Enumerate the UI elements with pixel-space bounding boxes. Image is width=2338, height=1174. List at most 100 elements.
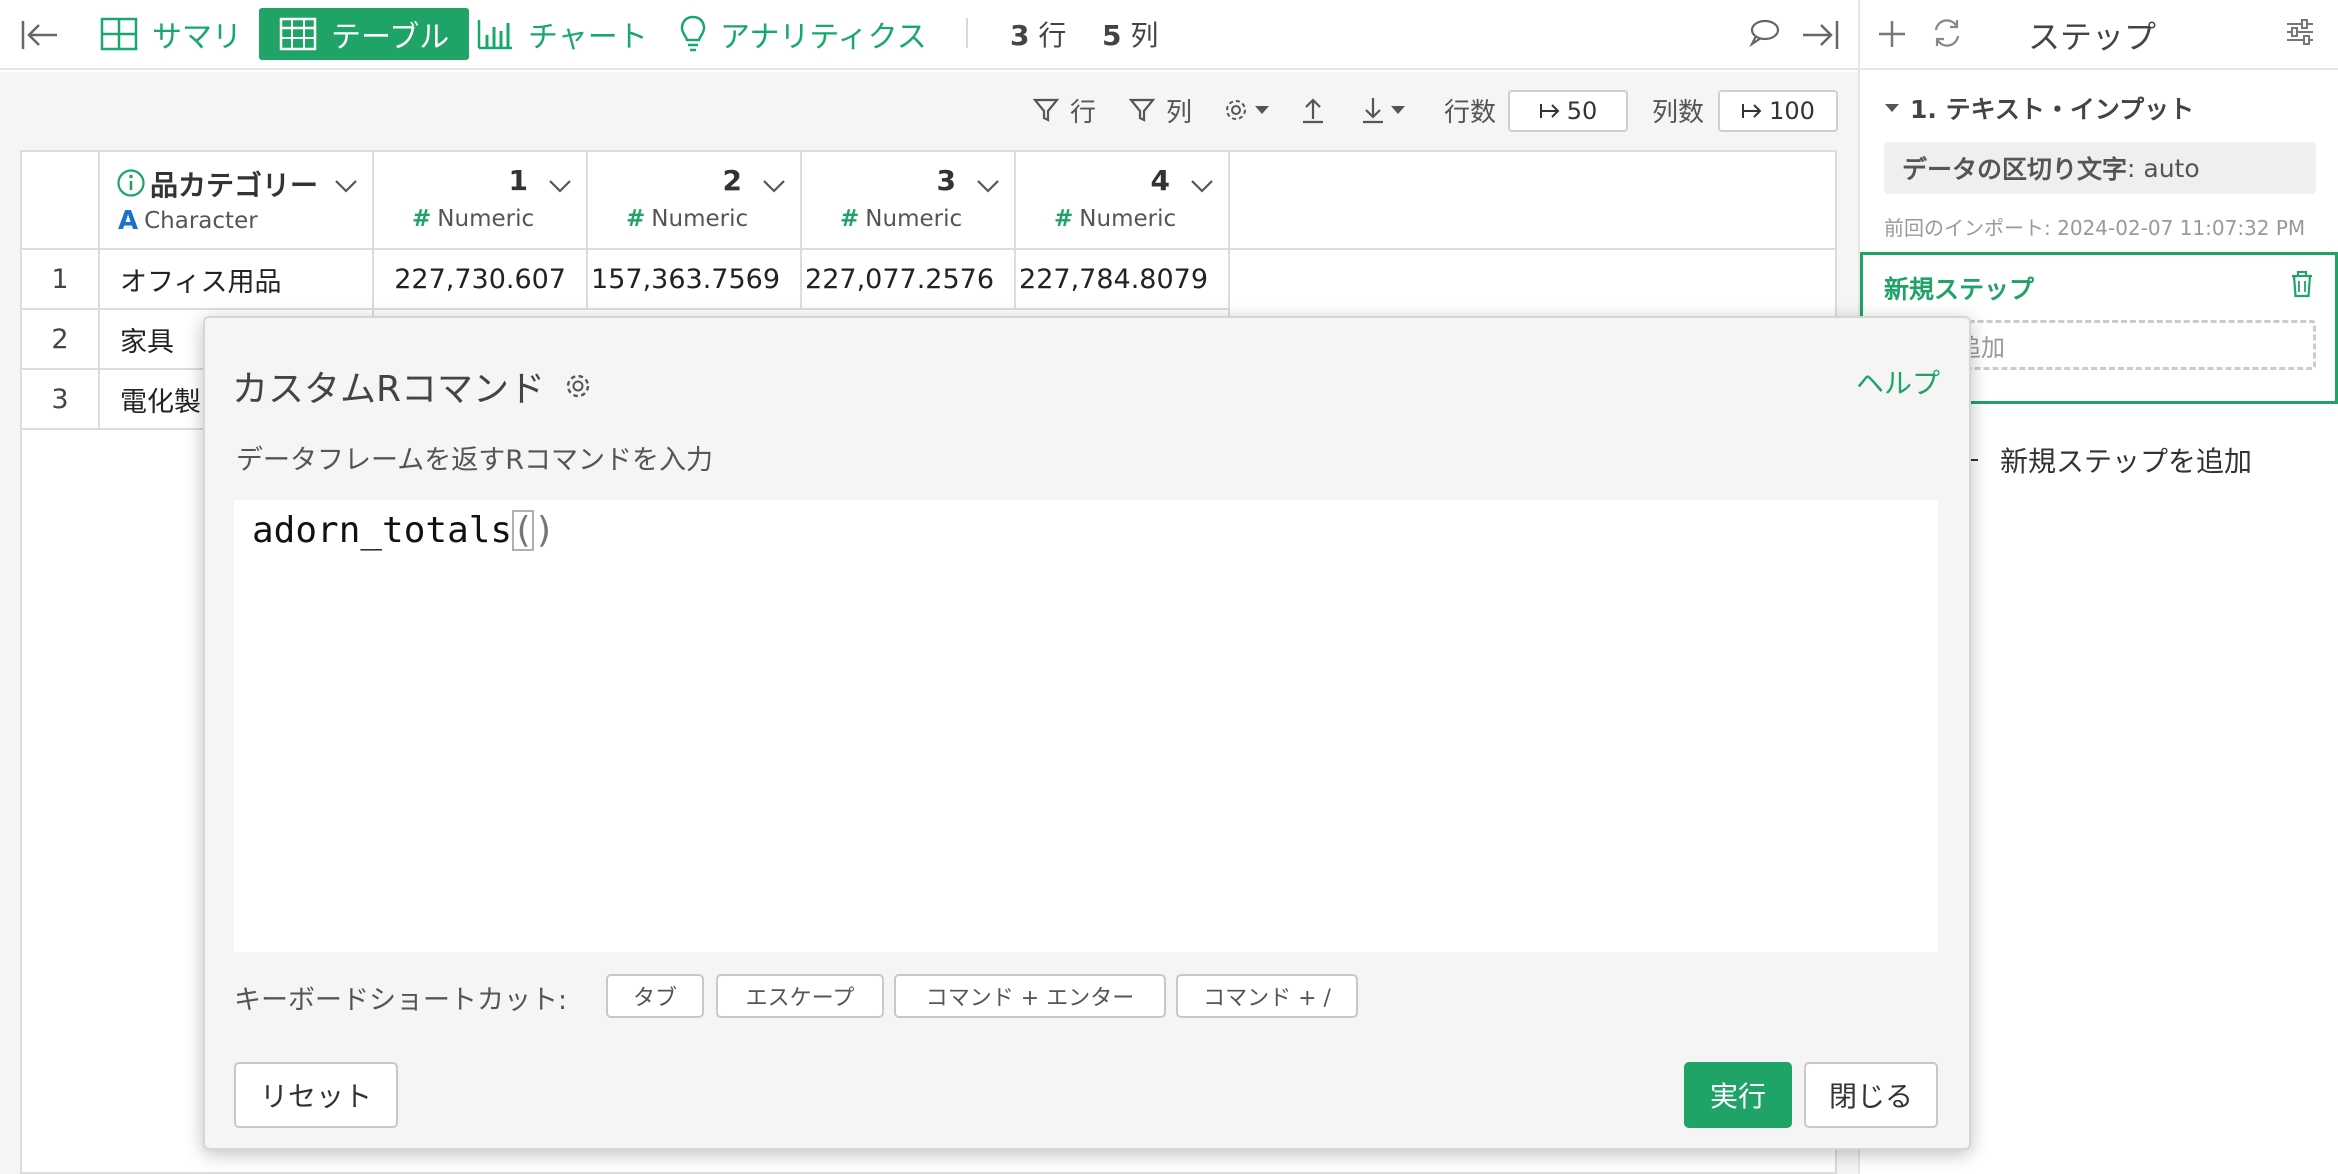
code-editor[interactable] xyxy=(234,500,1938,952)
collapse-left-icon[interactable] xyxy=(20,18,60,52)
step-1-detail-key: データの区切り文字 xyxy=(1902,155,2128,184)
collapse-right-icon[interactable] xyxy=(1800,18,1840,52)
column-name: 品カテゴリー xyxy=(150,169,319,202)
toolbar-divider xyxy=(966,18,968,48)
lightbulb-icon xyxy=(680,15,706,53)
tab-summary[interactable]: サマリ xyxy=(100,8,242,60)
row-number: 2 xyxy=(22,310,100,370)
dialog-title: カスタムRコマンド xyxy=(232,360,593,412)
chevron-down-icon[interactable] xyxy=(1190,178,1214,194)
close-button[interactable]: 閉じる xyxy=(1804,1062,1938,1128)
tab-analytics[interactable]: アナリティクス xyxy=(680,8,927,60)
column-count: 5 列 xyxy=(1102,14,1158,54)
step-1-timestamp: 前回のインポート: 2024-02-07 11:07:32 PM xyxy=(1884,216,2306,240)
code-open-paren: ( xyxy=(512,510,534,551)
table-cell[interactable]: 157,363.7569 xyxy=(588,250,802,310)
code-function: adorn_totals xyxy=(252,510,513,551)
filter-icon xyxy=(1128,96,1156,124)
rows-limit-input[interactable]: 50 xyxy=(1508,90,1628,132)
keyboard-shortcut-label: キーボードショートカット: xyxy=(234,985,568,1016)
column-header-1[interactable]: 1 # Numeric xyxy=(374,152,588,250)
settings-dropdown[interactable] xyxy=(1222,92,1270,128)
tab-table[interactable]: テーブル xyxy=(259,8,470,60)
gear-icon[interactable] xyxy=(563,371,593,401)
step-1-detail[interactable]: データの区切り文字 : auto xyxy=(1884,142,2316,194)
row-filter-button[interactable]: 行 xyxy=(1032,92,1096,128)
caret-down-icon xyxy=(1254,104,1270,116)
table-toolbar: 行 列 行数 50 列数 100 xyxy=(0,72,1858,148)
shortcut-command-enter-key: コマンド + エンター xyxy=(894,974,1166,1018)
column-type: # Numeric xyxy=(840,206,962,232)
tab-analytics-label: アナリティクス xyxy=(720,20,927,55)
column-name: 1 xyxy=(508,164,528,197)
tab-table-label: テーブル xyxy=(331,20,450,55)
upload-icon[interactable] xyxy=(1300,92,1326,128)
row-number: 3 xyxy=(22,370,100,430)
refresh-icon[interactable] xyxy=(1930,16,1964,50)
row-count-unit: 行 xyxy=(1038,19,1067,52)
caret-down-icon xyxy=(1390,104,1406,116)
step-1-header[interactable]: 1. テキスト・インプット xyxy=(1884,90,2194,126)
chevron-down-icon[interactable] xyxy=(334,178,358,194)
header-filler xyxy=(1230,152,1835,250)
numeric-type-icon: # xyxy=(1054,206,1074,232)
add-new-step-label: 新規ステップを追加 xyxy=(2000,445,2253,478)
column-count-value: 5 xyxy=(1102,19,1122,52)
table-cell[interactable]: 227,077.2576 xyxy=(802,250,1016,310)
row-count: 3 行 xyxy=(1010,14,1066,54)
column-filter-label: 列 xyxy=(1166,97,1193,128)
step-1-title: 1. テキスト・インプット xyxy=(1910,95,2195,124)
column-type-label: Numeric xyxy=(865,206,963,232)
comment-icon[interactable] xyxy=(1748,18,1780,48)
help-link[interactable]: ヘルプ xyxy=(1856,362,1940,402)
trash-icon[interactable] xyxy=(2290,270,2314,298)
filter-icon xyxy=(1032,96,1060,124)
column-type: # Numeric xyxy=(626,206,748,232)
new-step-title: 新規ステップ xyxy=(1884,275,2035,304)
table-cell[interactable]: 227,730.607 xyxy=(374,250,588,310)
arrow-right-bar-icon xyxy=(1741,101,1763,121)
column-header-3[interactable]: 3 # Numeric xyxy=(802,152,1016,250)
reset-button[interactable]: リセット xyxy=(234,1062,398,1128)
tab-chart-label: チャート xyxy=(528,20,648,55)
rows-limit-value: 50 xyxy=(1566,97,1598,125)
code-text[interactable]: adorn_totals() xyxy=(252,510,555,551)
download-dropdown[interactable] xyxy=(1360,92,1406,128)
column-name: 3 xyxy=(936,164,956,197)
numeric-type-icon: # xyxy=(840,206,860,232)
column-count-unit: 列 xyxy=(1130,19,1159,52)
column-header-2[interactable]: 2 # Numeric xyxy=(588,152,802,250)
info-icon[interactable] xyxy=(116,168,146,198)
add-new-step-button[interactable]: 新規ステップを追加 xyxy=(1960,440,2252,480)
column-header-4[interactable]: 4 # Numeric xyxy=(1016,152,1230,250)
chevron-down-icon[interactable] xyxy=(762,178,786,194)
top-toolbar: サマリ テーブル チャート アナリティクス 3 行 5 列 xyxy=(0,0,1858,70)
table-cell[interactable]: 227,784.8079 xyxy=(1016,250,1230,310)
arrow-right-bar-icon xyxy=(1539,101,1561,121)
shortcut-escape-key: エスケープ xyxy=(716,974,884,1018)
numeric-type-icon: # xyxy=(626,206,646,232)
shortcut-tab-key: タブ xyxy=(606,974,704,1018)
row-count-value: 3 xyxy=(1010,19,1030,52)
caret-down-icon xyxy=(1884,102,1900,114)
column-type-label: Numeric xyxy=(1079,206,1177,232)
column-type: # Numeric xyxy=(1054,206,1176,232)
chevron-down-icon[interactable] xyxy=(976,178,1000,194)
column-header-category[interactable]: 品カテゴリー A Character xyxy=(100,152,374,250)
chevron-down-icon[interactable] xyxy=(548,178,572,194)
columns-limit-label: 列数 xyxy=(1652,97,1705,128)
table-cell[interactable]: オフィス用品 xyxy=(100,250,374,310)
column-filter-button[interactable]: 列 xyxy=(1128,92,1192,128)
plus-icon[interactable] xyxy=(1876,18,1908,50)
columns-limit-input[interactable]: 100 xyxy=(1718,90,1838,132)
column-type-label: Numeric xyxy=(437,206,535,232)
steps-panel-title: ステップ xyxy=(2028,18,2157,56)
numeric-type-icon: # xyxy=(412,206,432,232)
sliders-icon[interactable] xyxy=(2284,16,2316,48)
tab-chart[interactable]: チャート xyxy=(476,8,648,60)
character-type-icon: A xyxy=(118,206,139,236)
column-name: 2 xyxy=(722,164,742,197)
table-icon xyxy=(279,17,317,51)
run-button[interactable]: 実行 xyxy=(1684,1062,1792,1128)
dialog-title-text: カスタムRコマンド xyxy=(232,369,546,410)
